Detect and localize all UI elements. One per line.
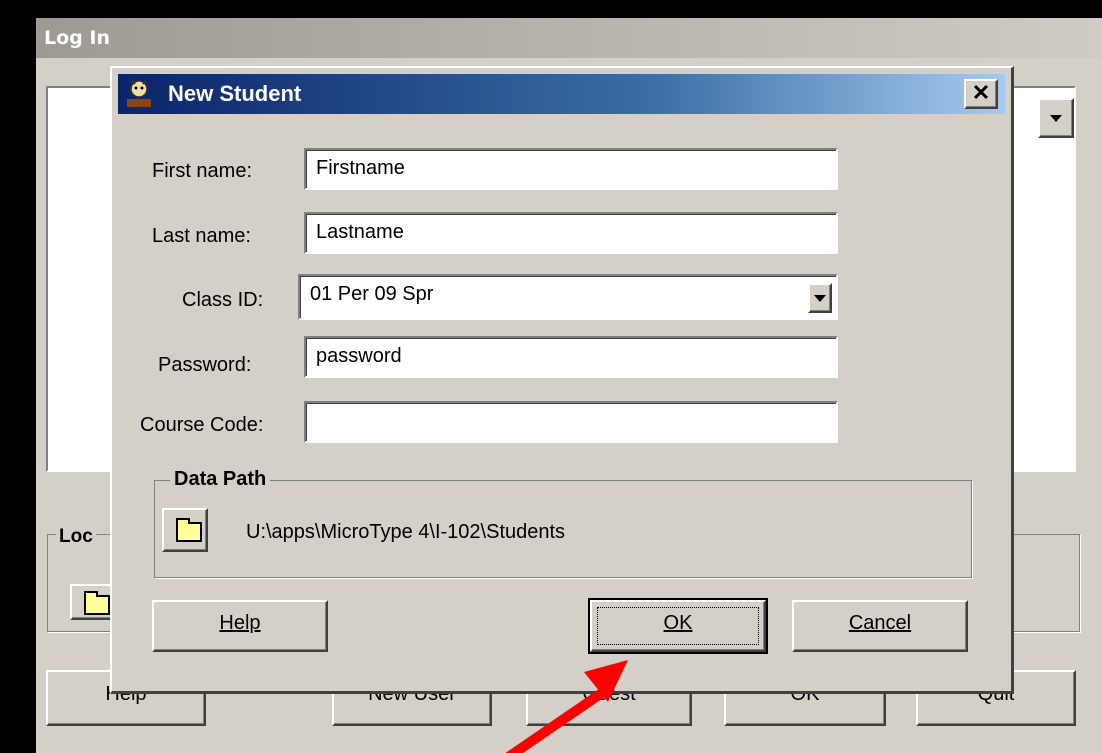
red-arrow-annotation — [505, 660, 628, 753]
